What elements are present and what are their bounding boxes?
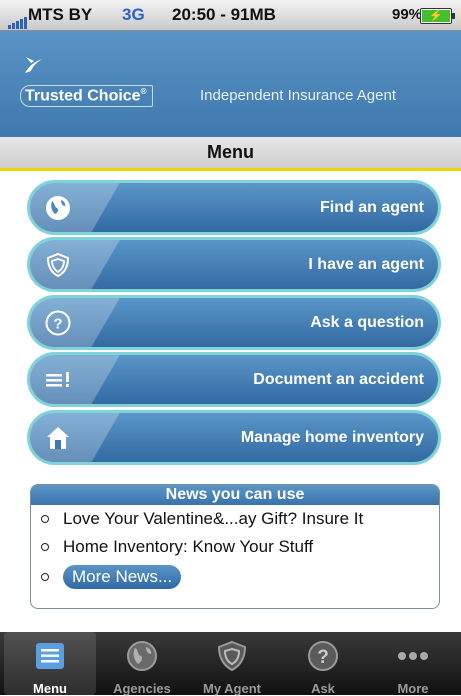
news-list: Love Your Valentine&...ay Gift? Insure I… [31, 505, 439, 593]
news-item-text: Home Inventory: Know Your Stuff [63, 537, 314, 556]
menu-list-icon [36, 643, 64, 669]
question-icon: ? [45, 310, 71, 336]
shield-icon [217, 640, 247, 672]
carrier-name: MTS BY [28, 5, 93, 24]
more-news-button[interactable]: More News... [63, 565, 182, 589]
status-bar: MTS BY 3G 20:50 - 91MB 99% ⚡ [0, 0, 461, 31]
tab-my-agent[interactable]: My Agent [186, 632, 278, 696]
signal-bars-icon [8, 9, 28, 29]
more-dots-icon [398, 652, 428, 660]
shield-icon [46, 252, 70, 278]
globe-icon [46, 196, 70, 220]
tab-ask[interactable]: ? Ask [277, 632, 369, 696]
time-memory: 20:50 - 91MB [172, 5, 276, 24]
logo-text: Trusted Choice® [20, 85, 154, 108]
tab-agencies[interactable]: Agencies [96, 632, 188, 696]
tab-label: Ask [311, 681, 335, 696]
news-more-item: More News... [31, 561, 439, 593]
header-tagline: Independent Insurance Agent [200, 87, 396, 104]
battery-icon: ⚡ [420, 8, 455, 24]
find-agent-button[interactable]: Find an agent [30, 183, 438, 232]
network-type: 3G [122, 5, 145, 24]
document-accident-button[interactable]: Document an accident [30, 355, 438, 404]
tab-label: My Agent [202, 681, 262, 696]
battery-percent: 99% [392, 6, 423, 23]
tab-label: Menu [33, 681, 67, 696]
bird-logo-icon [25, 57, 42, 73]
bullet-icon [41, 515, 49, 523]
svg-text:?: ? [317, 647, 329, 668]
news-title: News you can use [31, 485, 439, 505]
have-agent-label: I have an agent [308, 256, 424, 273]
tab-label: Agencies [113, 681, 171, 696]
document-accident-label: Document an accident [253, 371, 424, 388]
question-icon: ? [308, 641, 338, 671]
news-panel: News you can use Love Your Valentine&...… [30, 484, 440, 609]
bullet-icon [41, 573, 49, 581]
app-header: Trusted Choice® Independent Insurance Ag… [0, 31, 461, 137]
page-title: Menu [0, 137, 461, 171]
tab-bar: Menu Agencies My Agent ? Ask More [0, 632, 461, 696]
home-inventory-label: Manage home inventory [240, 429, 424, 446]
tab-label: More [397, 681, 429, 696]
bullet-icon [41, 543, 49, 551]
house-icon [47, 427, 69, 449]
tab-more[interactable]: More [367, 632, 459, 696]
have-agent-button[interactable]: I have an agent [30, 240, 438, 289]
ask-question-button[interactable]: ? Ask a question [30, 298, 438, 347]
tab-menu[interactable]: Menu [4, 632, 96, 696]
news-item[interactable]: Love Your Valentine&...ay Gift? Insure I… [31, 505, 439, 533]
ask-question-label: Ask a question [310, 314, 424, 331]
home-inventory-button[interactable]: Manage home inventory [30, 413, 438, 462]
list-exclamation-icon [46, 372, 69, 387]
find-agent-label: Find an agent [320, 199, 424, 216]
news-item-text: Love Your Valentine&...ay Gift? Insure I… [63, 509, 364, 528]
globe-icon [127, 641, 157, 671]
svg-text:?: ? [53, 316, 62, 333]
news-item[interactable]: Home Inventory: Know Your Stuff [31, 533, 439, 561]
